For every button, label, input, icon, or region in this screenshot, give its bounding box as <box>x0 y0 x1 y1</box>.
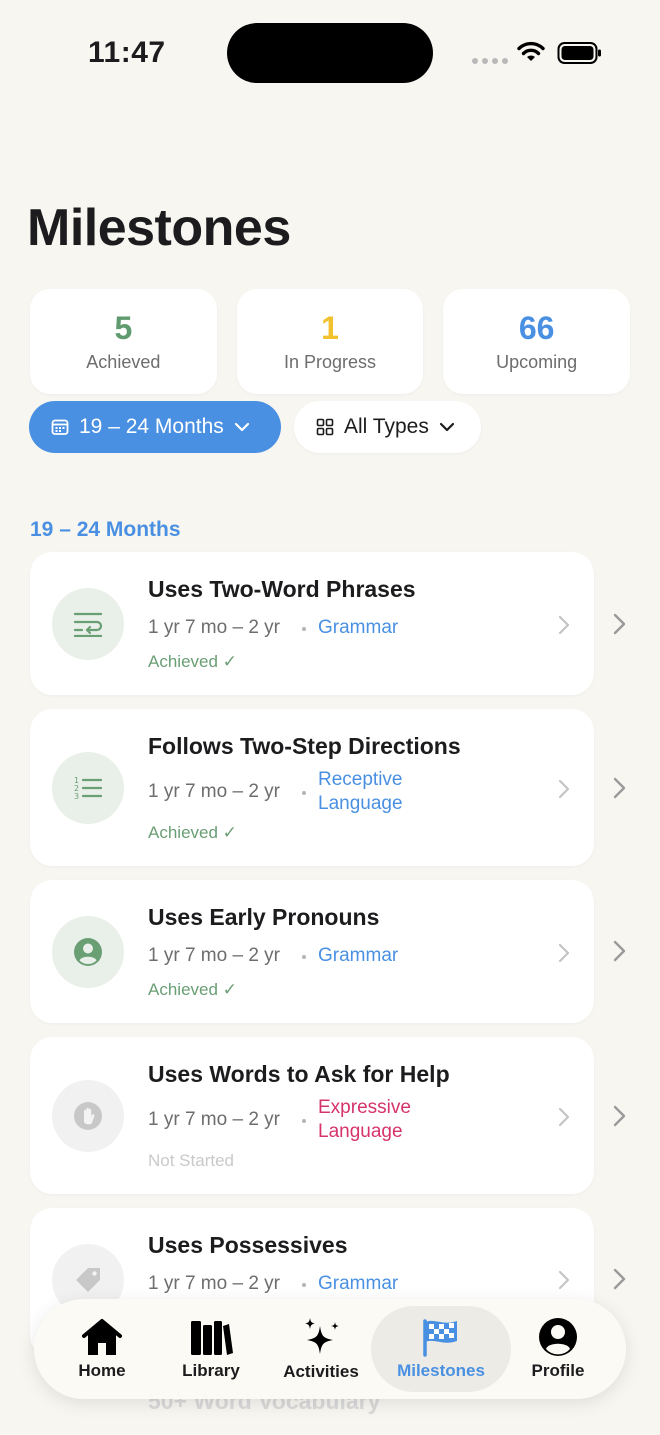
milestone-age-range: 1 yr 7 mo – 2 yr <box>148 1273 280 1294</box>
cellular-signal-icon <box>472 58 508 64</box>
summary-cards: 5 Achieved 1 In Progress 66 Upcoming <box>30 289 631 394</box>
svg-text:3: 3 <box>74 792 79 801</box>
separator-dot <box>302 1283 306 1287</box>
milestone-title: Uses Words to Ask for Help <box>148 1061 450 1087</box>
milestone-age-range: 1 yr 7 mo – 2 yr <box>148 617 280 638</box>
milestone-icon-badge <box>52 1080 124 1152</box>
person-circle-icon <box>74 938 102 966</box>
upcoming-count: 66 <box>518 310 555 346</box>
milestone-title: Follows Two-Step Directions <box>148 733 461 759</box>
tab-milestones[interactable]: Milestones <box>371 1306 511 1392</box>
chevron-down-icon <box>439 422 454 432</box>
numbered-list-icon: 1 2 3 <box>74 776 103 801</box>
milestone-category: Expressive Language <box>318 1096 411 1144</box>
milestone-title: Uses Possessives <box>148 1232 348 1258</box>
text-wrap-icon <box>73 612 103 637</box>
summary-achieved[interactable]: 5 Achieved <box>30 289 217 394</box>
grid-icon <box>316 418 334 436</box>
filter-bar: 19 – 24 Months All Types <box>29 401 481 453</box>
milestone-category: Grammar <box>318 617 399 638</box>
upcoming-label: Upcoming <box>496 352 578 372</box>
milestone-card[interactable]: 1 2 3 Follows Two-Step Directions 1 yr 7… <box>30 709 594 866</box>
tab-bar: Home Library Activities Milestones Profi… <box>34 1299 626 1399</box>
tab-profile-label: Profile <box>531 1361 585 1380</box>
tag-icon <box>76 1268 100 1292</box>
milestone-category: Grammar <box>318 945 399 966</box>
chevron-right-icon <box>558 615 570 635</box>
dynamic-island <box>227 23 433 83</box>
chevron-right-icon <box>613 1105 626 1127</box>
chevron-right-icon <box>558 779 570 799</box>
tab-activities[interactable]: Activities <box>279 1299 363 1399</box>
separator-dot <box>302 791 306 795</box>
milestone-age-range: 1 yr 7 mo – 2 yr <box>148 1109 280 1130</box>
category-line: Language <box>318 1121 403 1142</box>
category-line: Expressive <box>318 1097 411 1118</box>
milestone-title: Uses Two-Word Phrases <box>148 576 416 602</box>
milestone-status: Not Started <box>148 1151 234 1170</box>
achieved-label: Achieved <box>86 352 161 372</box>
milestone-age-range: 1 yr 7 mo – 2 yr <box>148 781 280 802</box>
in-progress-count: 1 <box>321 310 339 346</box>
type-filter[interactable]: All Types <box>294 401 481 453</box>
milestone-status: Achieved ✓ <box>148 652 237 671</box>
summary-in-progress[interactable]: 1 In Progress <box>236 289 424 394</box>
battery-icon <box>557 42 601 64</box>
age-range-label: 19 – 24 Months <box>79 415 224 438</box>
milestone-age-range: 1 yr 7 mo – 2 yr <box>148 945 280 966</box>
type-filter-label: All Types <box>344 415 429 438</box>
tab-home[interactable]: Home <box>64 1299 140 1399</box>
books-icon <box>191 1321 233 1355</box>
separator-dot <box>302 955 306 959</box>
chevron-down-icon <box>234 422 249 432</box>
achieved-count: 5 <box>114 310 133 346</box>
category-line: Language <box>318 793 403 814</box>
tab-milestones-label: Milestones <box>397 1361 485 1380</box>
milestone-title: Uses Early Pronouns <box>148 904 380 930</box>
raised-hand-icon <box>74 1102 102 1130</box>
milestone-card[interactable]: Uses Two-Word Phrases 1 yr 7 mo – 2 yr G… <box>30 552 594 695</box>
tab-library-label: Library <box>182 1361 240 1380</box>
house-icon <box>82 1319 122 1355</box>
in-progress-label: In Progress <box>283 352 377 372</box>
milestone-icon-badge: 1 2 3 <box>52 752 124 824</box>
section-header: 19 – 24 Months <box>30 518 181 541</box>
chevron-right-icon <box>613 613 626 635</box>
wifi-icon <box>517 41 545 61</box>
calendar-icon <box>51 419 69 435</box>
chevron-right-icon <box>613 940 626 962</box>
milestone-icon-badge <box>52 916 124 988</box>
milestone-card[interactable]: Uses Words to Ask for Help 1 yr 7 mo – 2… <box>30 1037 594 1194</box>
separator-dot <box>302 1119 306 1123</box>
separator-dot <box>302 627 306 631</box>
tab-activities-label: Activities <box>283 1362 359 1381</box>
milestone-icon-badge <box>52 588 124 660</box>
page-title: Milestones <box>27 199 291 257</box>
summary-upcoming[interactable]: 66 Upcoming <box>443 289 631 394</box>
chevron-right-icon <box>558 943 570 963</box>
chevron-right-icon <box>613 777 626 799</box>
person-circle-icon <box>539 1318 577 1356</box>
status-time: 11:47 <box>88 36 166 69</box>
milestone-status: Achieved ✓ <box>148 980 237 999</box>
chevron-right-icon <box>558 1107 570 1127</box>
category-line: Receptive <box>318 769 403 790</box>
tab-library[interactable]: Library <box>171 1299 251 1399</box>
milestone-status: Achieved ✓ <box>148 823 237 842</box>
sparkles-icon <box>305 1318 339 1354</box>
chevron-right-icon <box>613 1268 626 1290</box>
tab-home-label: Home <box>78 1361 126 1380</box>
chevron-right-icon <box>558 1270 570 1290</box>
milestone-category: Grammar <box>318 1273 399 1294</box>
checkered-flag-icon <box>423 1319 457 1357</box>
milestone-category: Receptive Language <box>318 768 403 816</box>
tab-profile[interactable]: Profile <box>524 1299 592 1399</box>
age-range-filter[interactable]: 19 – 24 Months <box>29 401 281 453</box>
milestone-card[interactable]: Uses Early Pronouns 1 yr 7 mo – 2 yr Gra… <box>30 880 594 1023</box>
status-bar: 11:47 <box>0 0 660 100</box>
